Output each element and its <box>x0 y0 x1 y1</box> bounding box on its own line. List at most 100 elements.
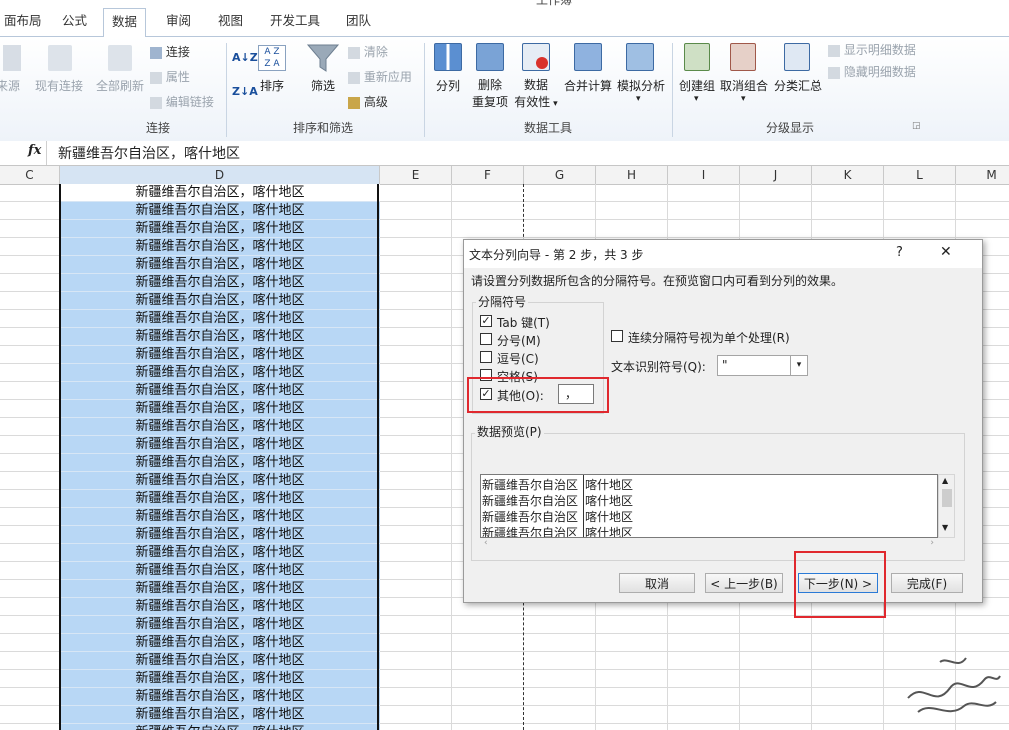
existing-connections-button[interactable]: 现有连接 <box>32 77 86 94</box>
clear-filter-button[interactable]: 清除 <box>348 43 388 60</box>
table-cell-d[interactable]: 新疆维吾尔自治区，喀什地区 <box>60 184 380 202</box>
ungroup-button[interactable]: 取消组合 <box>718 77 770 94</box>
tab-page-layout[interactable]: 面布局 <box>0 10 50 32</box>
table-cell-d[interactable]: 新疆维吾尔自治区，喀什地区 <box>60 598 380 616</box>
group-separator <box>424 43 425 137</box>
column-header-h[interactable]: H <box>596 166 668 184</box>
scroll-thumb[interactable] <box>942 489 952 507</box>
vertical-scrollbar[interactable]: ▲ ▼ <box>938 474 955 538</box>
sort-az-icon[interactable]: A↓Z <box>232 51 258 64</box>
table-cell-d[interactable]: 新疆维吾尔自治区，喀什地区 <box>60 670 380 688</box>
function-icon[interactable]: fx <box>28 143 41 158</box>
table-cell-d[interactable]: 新疆维吾尔自治区，喀什地区 <box>60 346 380 364</box>
table-cell-d[interactable]: 新疆维吾尔自治区，喀什地区 <box>60 256 380 274</box>
dialog-instruction: 请设置分列数据所包含的分隔符号。在预览窗口内可看到分列的效果。 <box>471 274 844 288</box>
back-button[interactable]: < 上一步(B) <box>705 573 783 593</box>
advanced-filter-button[interactable]: 高级 <box>348 93 388 110</box>
table-cell-d[interactable]: 新疆维吾尔自治区，喀什地区 <box>60 274 380 292</box>
data-validation-icon <box>522 43 550 71</box>
table-cell-d[interactable]: 新疆维吾尔自治区，喀什地区 <box>60 202 380 220</box>
table-cell-d[interactable]: 新疆维吾尔自治区，喀什地区 <box>60 688 380 706</box>
table-cell-d[interactable]: 新疆维吾尔自治区，喀什地区 <box>60 580 380 598</box>
column-header-f[interactable]: F <box>452 166 524 184</box>
tab-view[interactable]: 视图 <box>210 10 251 32</box>
table-cell-d[interactable]: 新疆维吾尔自治区，喀什地区 <box>60 238 380 256</box>
remove-duplicates-button[interactable]: 删除 重复项 <box>466 77 514 111</box>
tab-review[interactable]: 审阅 <box>158 10 199 32</box>
table-cell-d[interactable]: 新疆维吾尔自治区，喀什地区 <box>60 562 380 580</box>
dialog-launcher-icon[interactable]: ◲ <box>912 121 921 131</box>
properties-button[interactable]: 属性 <box>150 68 190 85</box>
table-cell-d[interactable]: 新疆维吾尔自治区，喀什地区 <box>60 418 380 436</box>
what-if-analysis-button[interactable]: 模拟分析 <box>614 77 668 94</box>
comma-checkbox[interactable] <box>480 351 492 363</box>
table-cell-d[interactable]: 新疆维吾尔自治区，喀什地区 <box>60 652 380 670</box>
column-header-d[interactable]: D <box>60 166 380 184</box>
scroll-down-icon[interactable]: ▼ <box>942 523 948 532</box>
refresh-all-button[interactable]: 全部刷新 <box>94 77 146 94</box>
show-detail-button[interactable]: 显示明细数据 <box>828 41 916 58</box>
table-cell-d[interactable]: 新疆维吾尔自治区，喀什地区 <box>60 400 380 418</box>
edit-links-button[interactable]: 编辑链接 <box>150 93 214 110</box>
formula-input[interactable]: 新疆维吾尔自治区，喀什地区 <box>58 143 240 163</box>
table-cell-d[interactable]: 新疆维吾尔自治区，喀什地区 <box>60 328 380 346</box>
help-button[interactable]: ? <box>896 245 903 260</box>
semicolon-checkbox[interactable] <box>480 333 492 345</box>
tab-formulas[interactable]: 公式 <box>54 10 95 32</box>
column-header-e[interactable]: E <box>380 166 452 184</box>
scroll-right-icon[interactable]: › <box>930 538 934 548</box>
chevron-down-icon[interactable]: ▾ <box>790 356 807 375</box>
column-header-i[interactable]: I <box>668 166 740 184</box>
cancel-button[interactable]: 取消 <box>619 573 695 593</box>
horizontal-scrollbar[interactable]: ‹ › <box>480 538 938 552</box>
sort-button[interactable]: 排序 <box>254 77 290 94</box>
text-to-columns-button[interactable]: 分列 <box>432 77 464 94</box>
from-source-button[interactable]: 来源 <box>0 77 22 94</box>
column-header-j[interactable]: J <box>740 166 812 184</box>
consolidate-button[interactable]: 合并计算 <box>560 77 616 94</box>
filter-button[interactable]: 筛选 <box>304 77 342 94</box>
table-cell-d[interactable]: 新疆维吾尔自治区，喀什地区 <box>60 706 380 724</box>
selected-column-d[interactable]: 新疆维吾尔自治区，喀什地区 新疆维吾尔自治区，喀什地区 新疆维吾尔自治区，喀什地区新… <box>60 184 380 730</box>
column-header-m[interactable]: M <box>956 166 1009 184</box>
preview-cell: 新疆维吾尔自治区 <box>482 494 579 508</box>
table-cell-d[interactable]: 新疆维吾尔自治区，喀什地区 <box>60 382 380 400</box>
column-header-l[interactable]: L <box>884 166 956 184</box>
column-header-c[interactable]: C <box>0 166 60 184</box>
table-cell-d[interactable]: 新疆维吾尔自治区，喀什地区 <box>60 616 380 634</box>
qualifier-value: " <box>722 358 728 372</box>
table-cell-d[interactable]: 新疆维吾尔自治区，喀什地区 <box>60 508 380 526</box>
group-button[interactable]: 创建组 <box>676 77 718 94</box>
subtotal-button[interactable]: 分类汇总 <box>772 77 824 94</box>
table-cell-d[interactable]: 新疆维吾尔自治区，喀什地区 <box>60 490 380 508</box>
data-validation-button[interactable]: 数据 有效性 ▾ <box>512 77 560 113</box>
data-preview-box[interactable]: 新疆维吾尔自治区 喀什地区 新疆维吾尔自治区 喀什地区 新疆维吾尔自治区 喀什地区 新疆维吾… <box>480 474 938 538</box>
table-cell-d[interactable]: 新疆维吾尔自治区，喀什地区 <box>60 220 380 238</box>
table-cell-d[interactable]: 新疆维吾尔自治区，喀什地区 <box>60 364 380 382</box>
close-button[interactable]: ✕ <box>940 244 952 260</box>
scroll-left-icon[interactable]: ‹ <box>484 538 488 548</box>
column-header-g[interactable]: G <box>524 166 596 184</box>
tab-data[interactable]: 数据 <box>103 8 147 37</box>
table-cell-d[interactable]: 新疆维吾尔自治区，喀什地区 <box>60 526 380 544</box>
reapply-button[interactable]: 重新应用 <box>348 68 412 85</box>
table-cell-d[interactable]: 新疆维吾尔自治区，喀什地区 <box>60 454 380 472</box>
tab-checkbox[interactable]: ✓ <box>480 315 492 327</box>
qualifier-select[interactable]: " ▾ <box>717 355 808 376</box>
connections-button[interactable]: 连接 <box>150 43 190 60</box>
tab-team[interactable]: 团队 <box>338 10 379 32</box>
preview-row: 新疆维吾尔自治区 喀什地区 <box>482 509 882 525</box>
table-cell-d[interactable]: 新疆维吾尔自治区，喀什地区 <box>60 544 380 562</box>
table-cell-d[interactable]: 新疆维吾尔自治区，喀什地区 <box>60 292 380 310</box>
column-header-k[interactable]: K <box>812 166 884 184</box>
tab-developer[interactable]: 开发工具 <box>262 10 328 32</box>
table-cell-d[interactable]: 新疆维吾尔自治区，喀什地区 <box>60 724 380 730</box>
scroll-up-icon[interactable]: ▲ <box>942 476 948 485</box>
table-cell-d[interactable]: 新疆维吾尔自治区，喀什地区 <box>60 472 380 490</box>
table-cell-d[interactable]: 新疆维吾尔自治区，喀什地区 <box>60 634 380 652</box>
table-cell-d[interactable]: 新疆维吾尔自治区，喀什地区 <box>60 310 380 328</box>
consecutive-checkbox[interactable] <box>611 330 623 342</box>
hide-detail-button[interactable]: 隐藏明细数据 <box>828 63 916 80</box>
finish-button[interactable]: 完成(F) <box>891 573 963 593</box>
table-cell-d[interactable]: 新疆维吾尔自治区，喀什地区 <box>60 436 380 454</box>
